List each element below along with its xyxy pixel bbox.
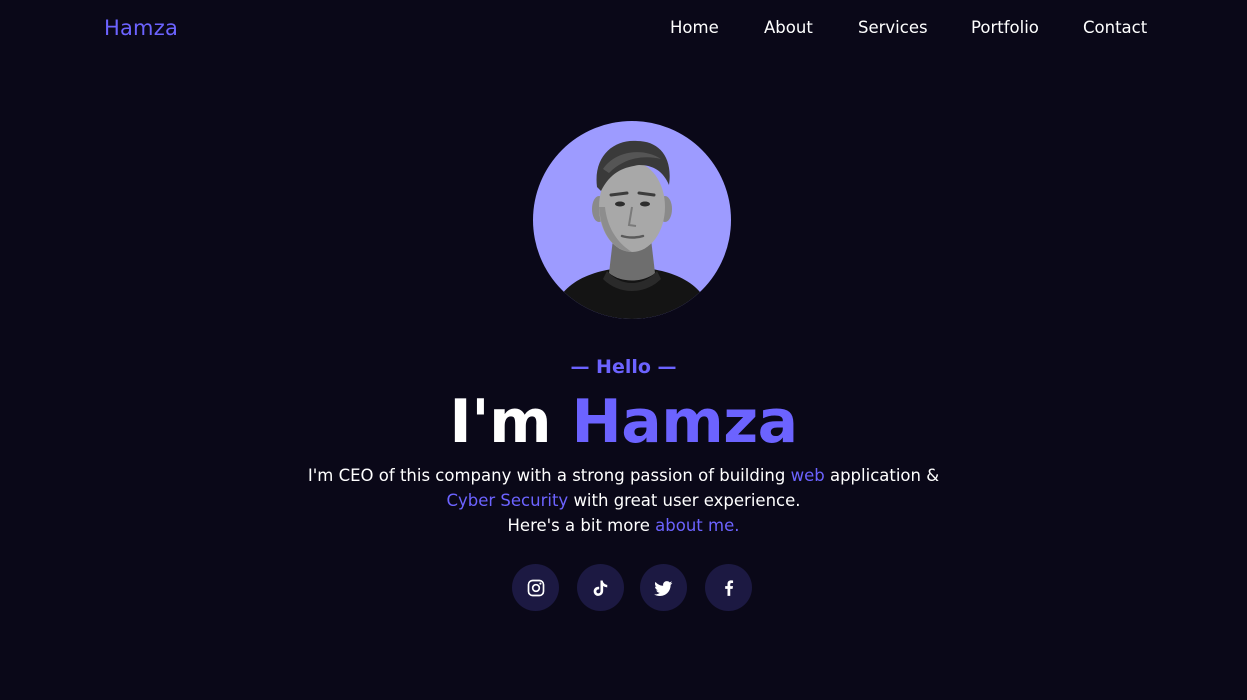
- page: Hamza Home About Services Portfolio Cont…: [0, 0, 1247, 700]
- facebook-icon: [724, 579, 733, 596]
- profile-avatar: [533, 121, 731, 319]
- headline-prefix: I'm: [449, 387, 552, 457]
- hero-description: I'm CEO of this company with a strong pa…: [0, 463, 1247, 538]
- nav-link-services[interactable]: Services: [858, 18, 928, 37]
- desc-line3-text: Here's a bit more: [507, 516, 650, 535]
- hello-tagline: — Hello —: [570, 356, 677, 378]
- tiktok-icon: [593, 580, 607, 596]
- facebook-button[interactable]: [705, 564, 752, 611]
- headline-name: Hamza: [571, 387, 798, 457]
- desc-line1-text: I'm CEO of this company with a strong pa…: [307, 466, 786, 485]
- twitter-button[interactable]: [640, 564, 687, 611]
- instagram-icon: [527, 579, 544, 596]
- nav-link-contact[interactable]: Contact: [1083, 18, 1147, 37]
- tiktok-button[interactable]: [577, 564, 624, 611]
- nav-link-portfolio[interactable]: Portfolio: [971, 18, 1039, 37]
- desc-line2-text: with great user experience.: [573, 491, 801, 510]
- about-me-link[interactable]: about me.: [655, 516, 739, 535]
- nav-link-home[interactable]: Home: [670, 18, 719, 37]
- desc-highlight-cyber-security: Cyber Security: [446, 491, 569, 510]
- twitter-icon: [653, 580, 672, 596]
- hero-headline: I'm Hamza: [0, 382, 1247, 462]
- desc-line1-end: application &: [829, 466, 940, 485]
- instagram-button[interactable]: [512, 564, 559, 611]
- profile-photo: [551, 140, 713, 319]
- nav-link-about[interactable]: About: [764, 18, 813, 37]
- logo-link[interactable]: Hamza: [104, 16, 178, 40]
- social-links: [0, 564, 1247, 611]
- desc-highlight-web: web: [790, 466, 825, 485]
- site-header: Hamza Home About Services Portfolio Cont…: [0, 0, 1247, 60]
